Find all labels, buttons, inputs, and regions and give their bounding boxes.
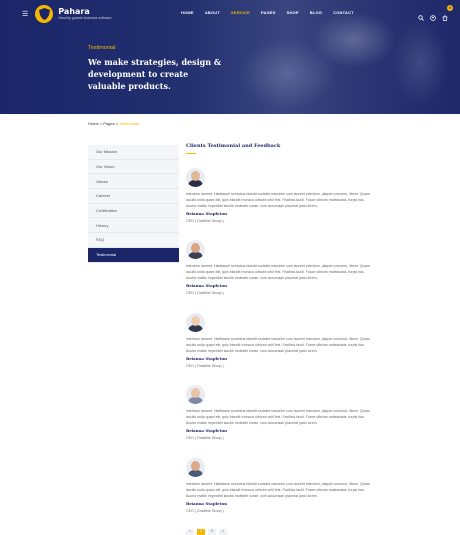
hero-banner: ☰ Pahara Security guards business softwa… (0, 0, 460, 114)
testimonial-name: Brianna Stapleton (186, 501, 228, 506)
sidebar-item-values[interactable]: Values (88, 174, 179, 190)
avatar-body (188, 325, 203, 332)
testimonial-quote: interdum laoreet. Habitasse senectus bla… (186, 337, 370, 353)
section-title-underline (186, 153, 196, 154)
sidebar-item-careers[interactable]: Careers (88, 189, 179, 204)
testimonial-role: CEO ( Gradline Group ) (186, 219, 224, 223)
pagination-page-2[interactable]: 2 (208, 529, 216, 535)
avatar-face (191, 243, 200, 253)
avatar-face (191, 171, 200, 181)
testimonial-item: interdum laoreet. Habitasse senectus bla… (186, 240, 372, 295)
testimonial-name: Brianna Stapleton (186, 283, 228, 288)
testimonial-role: CEO ( Gradline Group ) (186, 509, 224, 513)
section-title: Clients Testimonial and Feedback (186, 143, 281, 149)
testimonial-quote: interdum laoreet. Habitasse senectus bla… (186, 192, 370, 208)
testimonial-item: interdum laoreet. Habitasse senectus bla… (186, 168, 372, 223)
avatar-body (188, 470, 203, 477)
pagination-page-1[interactable]: 1 (197, 529, 205, 535)
nav-home[interactable]: HOME (181, 10, 194, 15)
testimonial-quote: interdum laoreet. Habitasse senectus bla… (186, 264, 370, 280)
header-tools: 0 (418, 5, 453, 26)
site-logo[interactable]: ☰ Pahara Security guards business softwa… (22, 5, 112, 23)
pagination-prev[interactable]: < (186, 529, 194, 535)
testimonials-content: Clients Testimonial and Feedback interdu… (186, 143, 372, 513)
sidebar-item-faq[interactable]: FAQ (88, 233, 179, 248)
sidebar-item-our-vision[interactable]: Our Vision (88, 159, 179, 175)
nav-pages[interactable]: PAGES (261, 10, 276, 15)
breadcrumb-separator: > (115, 121, 119, 126)
shield-logo-icon (35, 5, 54, 23)
nav-blog[interactable]: BLOG (310, 10, 322, 15)
avatar-body (188, 397, 203, 404)
nav-about[interactable]: ABOUT (205, 10, 220, 15)
breadcrumb-pages[interactable]: Pages (103, 121, 114, 126)
testimonial-name: Brianna Stapleton (186, 211, 228, 216)
avatar-face (191, 461, 200, 471)
avatar (186, 385, 205, 404)
testimonial-quote: interdum laoreet. Habitasse senectus bla… (186, 409, 370, 425)
testimonial-role: CEO ( Gradline Group ) (186, 364, 224, 368)
sidebar-item-certification[interactable]: Certification (88, 203, 179, 219)
testimonial-item: interdum laoreet. Habitasse senectus bla… (186, 385, 372, 440)
nav-contact[interactable]: CONTACT (333, 10, 354, 15)
testimonial-role: CEO ( Gradline Group ) (186, 291, 224, 295)
hero-title: We make strategies, design & development… (88, 57, 222, 91)
testimonial-name: Brianna Stapleton (186, 356, 228, 361)
avatar-body (188, 180, 203, 187)
testimonial-item: interdum laoreet. Habitasse senectus bla… (186, 313, 372, 368)
breadcrumb-home[interactable]: Home (88, 121, 99, 126)
pagination-next[interactable]: > (219, 529, 227, 535)
avatar (186, 313, 205, 332)
brand-name: Pahara (58, 7, 90, 16)
cart-icon[interactable]: 0 (442, 5, 453, 26)
sidebar-item-testimonial[interactable]: Testimonial (88, 247, 179, 263)
avatar (186, 168, 205, 187)
search-icon[interactable] (418, 8, 424, 26)
cart-count-badge: 0 (447, 5, 453, 11)
avatar (186, 458, 205, 477)
avatar-face (191, 316, 200, 326)
nav-service[interactable]: SERVICE (231, 10, 250, 15)
avatar-body (188, 252, 203, 259)
testimonial-name: Brianna Stapleton (186, 428, 228, 433)
hero-subtitle: Testimonial (88, 45, 116, 51)
main-nav: HOME ABOUT SERVICE PAGES SHOP BLOG CONTA… (181, 10, 354, 15)
nav-shop[interactable]: SHOP (287, 10, 299, 15)
avatar-face (191, 388, 200, 398)
sidebar-menu: Our Mission Our Vision Values Careers Ce… (88, 145, 179, 263)
brand-tagline: Security guards business software (58, 16, 112, 20)
testimonial-item: interdum laoreet. Habitasse senectus bla… (186, 458, 372, 513)
menu-icon[interactable]: ☰ (22, 10, 28, 18)
pagination: < 1 2 > (186, 529, 227, 535)
avatar (186, 240, 205, 259)
breadcrumb: Home > Pages > Testimonial (88, 121, 139, 126)
sidebar-item-history[interactable]: History (88, 218, 179, 234)
testimonial-role: CEO ( Gradline Group ) (186, 436, 224, 440)
breadcrumb-separator: > (99, 121, 103, 126)
user-icon[interactable] (430, 8, 436, 26)
breadcrumb-current: Testimonial (119, 121, 140, 126)
testimonial-quote: interdum laoreet. Habitasse senectus bla… (186, 482, 370, 498)
sidebar-item-our-mission[interactable]: Our Mission (88, 145, 179, 160)
